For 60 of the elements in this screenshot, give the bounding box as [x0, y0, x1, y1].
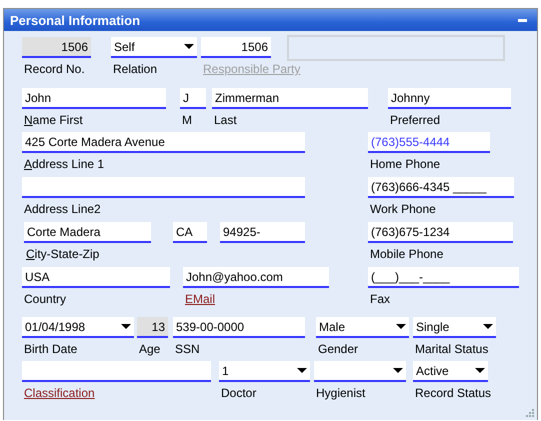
- caret-icon: [393, 368, 403, 373]
- resize-grip-icon[interactable]: [526, 409, 534, 417]
- field-label: Work Phone: [370, 201, 436, 218]
- field-label: Gender: [318, 341, 358, 358]
- caret-icon: [184, 44, 194, 49]
- field-label: Home Phone: [370, 156, 440, 173]
- caret-icon: [475, 368, 485, 373]
- input-field[interactable]: 94925-: [220, 222, 305, 243]
- caret-icon: [121, 324, 131, 329]
- readonly-field: 13: [137, 317, 168, 338]
- field-label: Name First: [24, 112, 83, 129]
- field-label: Mobile Phone: [370, 246, 444, 263]
- link[interactable]: Classification: [24, 385, 95, 402]
- input-field[interactable]: 1506: [201, 37, 271, 58]
- field-label: City-State-Zip: [26, 246, 100, 263]
- link[interactable]: EMail: [185, 291, 216, 308]
- input-field[interactable]: USA: [22, 267, 170, 288]
- input-field[interactable]: CA: [173, 222, 207, 243]
- input-field[interactable]: (763)555-4444: [368, 132, 490, 153]
- field-label: Address Line 1: [24, 156, 104, 173]
- field-label: Doctor: [221, 385, 256, 402]
- dropdown[interactable]: Male: [316, 317, 409, 338]
- input-field[interactable]: [22, 177, 305, 198]
- input-field[interactable]: (___)___-____: [368, 267, 519, 288]
- field-label: Relation: [113, 61, 158, 78]
- field-label: Marital Status: [415, 341, 488, 358]
- panel-title: Personal Information: [10, 12, 140, 28]
- field-label: Age: [139, 341, 160, 358]
- dropdown[interactable]: Single: [413, 317, 496, 338]
- caret-icon: [297, 368, 307, 373]
- caret-icon: [396, 324, 406, 329]
- dropdown[interactable]: 1: [219, 361, 310, 382]
- input-field[interactable]: Corte Madera: [24, 222, 151, 243]
- input-field[interactable]: John: [22, 88, 166, 109]
- field-label: Hygienist: [316, 385, 366, 402]
- field-label: Birth Date: [24, 341, 78, 358]
- input-field[interactable]: Johnny: [388, 88, 511, 109]
- field-label: Country: [24, 291, 66, 308]
- readonly-field: 1506: [22, 37, 91, 58]
- caret-icon: [483, 324, 493, 329]
- input-field[interactable]: 539-00-0000: [173, 317, 305, 338]
- field-label: M: [182, 112, 192, 129]
- input-field[interactable]: J: [180, 88, 206, 109]
- input-field[interactable]: (763)675-1234: [368, 222, 513, 243]
- field-label: Record No.: [24, 61, 85, 78]
- field-label: Address Line2: [24, 201, 101, 218]
- input-field[interactable]: (763)666-4345 _____: [368, 177, 514, 198]
- input-field[interactable]: 425 Corte Madera Avenue: [22, 132, 305, 153]
- input-field[interactable]: John@yahoo.com: [183, 267, 329, 288]
- field-label: SSN: [175, 341, 200, 358]
- dropdown[interactable]: 01/04/1998: [22, 317, 134, 338]
- input-field[interactable]: Zimmerman: [212, 88, 368, 109]
- dropdown[interactable]: Self: [111, 37, 197, 58]
- field-label: Preferred: [390, 112, 440, 129]
- input-field[interactable]: [22, 361, 211, 382]
- field-label: Record Status: [415, 385, 492, 402]
- dropdown[interactable]: Active: [413, 361, 488, 382]
- dropdown[interactable]: [314, 361, 406, 382]
- field-label: Fax: [370, 291, 390, 308]
- field-label: Last: [214, 112, 237, 129]
